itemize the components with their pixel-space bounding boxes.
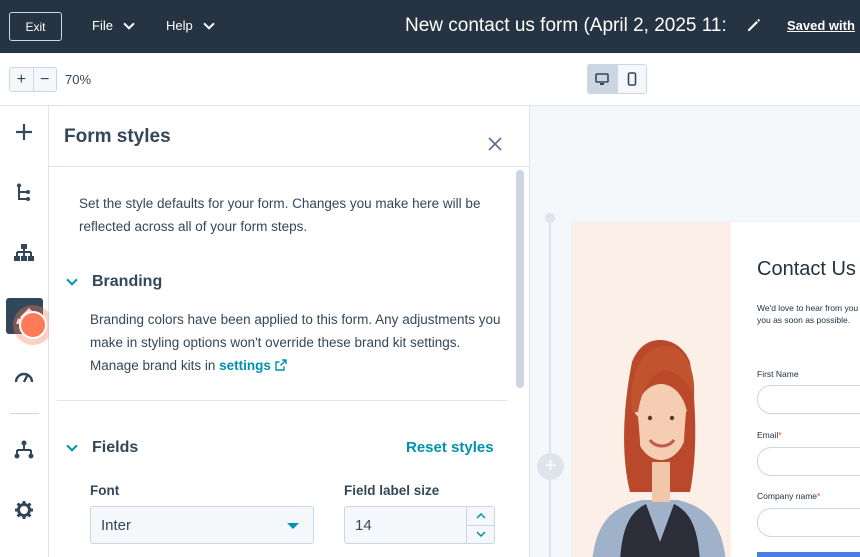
chevron-down-icon xyxy=(475,531,486,538)
device-toggle xyxy=(587,64,647,94)
first-name-label: First Name xyxy=(757,369,799,379)
panel-header: Form styles xyxy=(49,106,529,167)
logic-tree-icon[interactable] xyxy=(12,241,36,265)
person-illustration xyxy=(592,340,726,557)
reset-styles-link[interactable]: Reset styles xyxy=(406,439,494,456)
zoom-controls: + − xyxy=(9,67,57,92)
field-label-size-input[interactable]: 14 xyxy=(344,506,495,544)
desktop-view-button[interactable] xyxy=(588,65,617,93)
zoom-out-button[interactable]: − xyxy=(32,68,57,91)
branding-section-toggle[interactable]: Branding xyxy=(64,273,162,291)
exit-button[interactable]: Exit xyxy=(9,12,62,41)
decrement-button[interactable] xyxy=(467,524,494,544)
document-title[interactable]: New contact us form (April 2, 2025 11: xyxy=(405,15,738,37)
branding-heading: Branding xyxy=(92,273,163,290)
mobile-icon xyxy=(627,72,637,86)
gear-icon[interactable] xyxy=(12,498,36,522)
step-track xyxy=(549,218,551,557)
editor-toolbar: + − 70% xyxy=(0,53,860,106)
form-content: Contact Us We'd love to hear from you yo… xyxy=(731,222,860,557)
desktop-icon xyxy=(595,72,610,85)
settings-link[interactable]: settings xyxy=(219,358,287,373)
chevron-down-icon xyxy=(66,273,78,286)
chevron-down-icon xyxy=(203,17,215,30)
pencil-icon[interactable] xyxy=(746,17,762,33)
help-menu-label: Help xyxy=(166,18,193,33)
chevron-down-icon xyxy=(66,439,78,452)
saved-status-link[interactable]: Saved with xyxy=(787,18,855,33)
required-marker: * xyxy=(817,491,821,501)
required-marker: * xyxy=(778,430,782,440)
chevron-down-icon xyxy=(123,17,135,30)
branding-description: Branding colors have been applied to thi… xyxy=(90,308,510,377)
rail-divider xyxy=(10,413,39,414)
workflow-icon[interactable] xyxy=(12,438,36,462)
branding-text: Branding colors have been applied to thi… xyxy=(90,312,501,373)
file-menu-label: File xyxy=(92,18,113,33)
font-label: Font xyxy=(90,483,120,498)
settings-link-label: settings xyxy=(219,358,271,373)
onboarding-beacon[interactable] xyxy=(19,311,47,339)
font-select[interactable]: Inter xyxy=(90,506,314,544)
submit-button[interactable] xyxy=(757,552,860,557)
form-steps-icon[interactable] xyxy=(12,181,36,205)
mobile-view-button[interactable] xyxy=(616,65,646,93)
form-preview-card[interactable]: Contact Us We'd love to hear from you yo… xyxy=(572,222,860,557)
panel-intro-text: Set the style defaults for your form. Ch… xyxy=(79,196,481,234)
form-preview-canvas: + Contact Us We'd love to hear from you … xyxy=(530,106,860,557)
font-select-value: Inter xyxy=(101,517,132,534)
fields-heading: Fields xyxy=(92,439,139,456)
company-name-label: Company name* xyxy=(757,491,820,501)
panel-title: Form styles xyxy=(64,126,171,147)
email-label-text: Email xyxy=(757,430,779,440)
field-label-size-value: 14 xyxy=(355,517,372,534)
add-step-button[interactable]: + xyxy=(537,453,564,480)
fields-section-toggle[interactable]: Fields xyxy=(64,439,138,457)
caret-down-icon xyxy=(287,523,299,529)
form-hero-image xyxy=(572,222,731,557)
increment-button[interactable] xyxy=(467,507,494,525)
panel-scrollbar[interactable] xyxy=(516,170,524,388)
section-divider xyxy=(57,400,507,401)
zoom-level: 70% xyxy=(65,72,92,87)
top-navigation-bar: Exit File Help New contact us form (Apri… xyxy=(0,0,860,53)
field-label-size-label: Field label size xyxy=(344,483,440,498)
step-marker xyxy=(545,213,555,223)
external-link-icon xyxy=(274,359,287,371)
form-description: We'd love to hear from you you as soon a… xyxy=(757,302,860,326)
zoom-in-button[interactable]: + xyxy=(10,68,33,91)
form-description-line-1: We'd love to hear from you xyxy=(757,303,859,313)
first-name-field[interactable] xyxy=(757,385,860,414)
form-description-line-2: you as soon as possible. xyxy=(757,315,851,325)
company-name-label-text: Company name xyxy=(757,491,818,501)
form-heading: Contact Us xyxy=(757,258,856,280)
email-label: Email* xyxy=(757,430,782,440)
performance-gauge-icon[interactable] xyxy=(12,364,36,388)
file-menu[interactable]: File xyxy=(92,17,135,33)
add-icon[interactable] xyxy=(12,120,36,144)
help-menu[interactable]: Help xyxy=(166,17,215,33)
email-field[interactable] xyxy=(757,447,860,476)
size-stepper xyxy=(466,507,494,543)
company-name-field[interactable] xyxy=(757,508,860,537)
chevron-up-icon xyxy=(475,512,486,519)
form-styles-panel: Form styles Set the style defaults for y… xyxy=(49,106,530,557)
close-icon[interactable] xyxy=(487,136,503,152)
